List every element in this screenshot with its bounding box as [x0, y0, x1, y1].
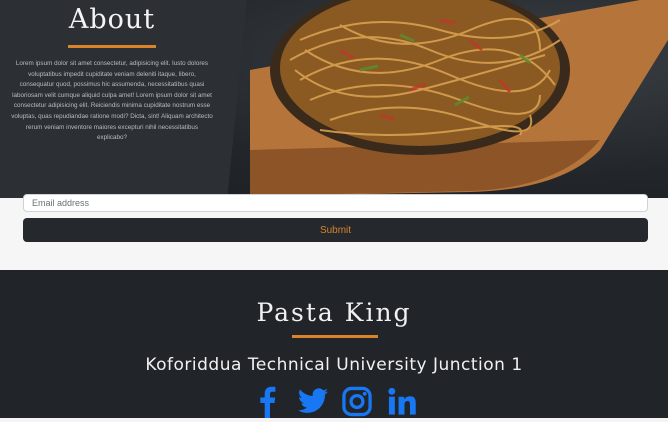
twitter-link[interactable] [295, 385, 331, 418]
about-title: About [68, 4, 156, 35]
footer-brand: Pasta King [256, 298, 412, 327]
about-section: About Lorem ipsum dolor sit amet consect… [0, 0, 668, 198]
about-text: Lorem ipsum dolor sit amet consectetur, … [11, 60, 213, 142]
facebook-icon [260, 386, 276, 418]
about-divider [68, 45, 156, 48]
linkedin-link[interactable] [384, 385, 420, 418]
footer-address: Koforiddua Technical University Junction… [145, 355, 523, 375]
social-links [250, 385, 420, 418]
footer-divider [292, 335, 378, 338]
instagram-link[interactable] [339, 385, 375, 418]
about-panel: About Lorem ipsum dolor sit amet consect… [0, 0, 247, 198]
twitter-icon [297, 388, 328, 413]
linkedin-icon [388, 387, 416, 415]
facebook-link[interactable] [250, 385, 286, 418]
submit-button[interactable]: Submit [23, 218, 648, 242]
email-field[interactable] [23, 194, 648, 212]
instagram-icon [342, 386, 373, 417]
